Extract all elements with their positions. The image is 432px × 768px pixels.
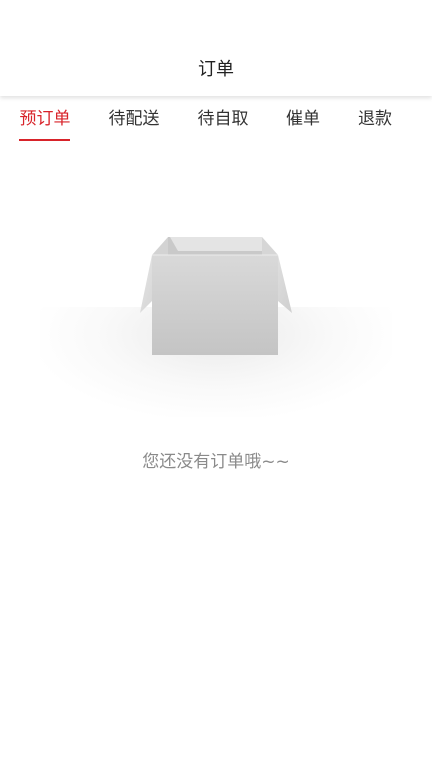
tab-reminder[interactable]: 催单 <box>284 106 322 146</box>
tab-refund[interactable]: 退款 <box>356 106 394 146</box>
active-tab-indicator <box>19 139 70 141</box>
orders-screen: 订单 预订单 待配送 待自取 催单 退款 您还没有订单哦~~ <box>0 0 432 768</box>
tab-pending-delivery[interactable]: 待配送 <box>106 106 162 146</box>
top-bar: 订单 <box>0 0 432 96</box>
tab-pending-pickup[interactable]: 待自取 <box>195 106 251 146</box>
empty-box-icon <box>140 237 292 355</box>
empty-message: 您还没有订单哦~~ <box>142 452 290 472</box>
empty-state <box>0 225 432 425</box>
page-title: 订单 <box>198 59 234 80</box>
